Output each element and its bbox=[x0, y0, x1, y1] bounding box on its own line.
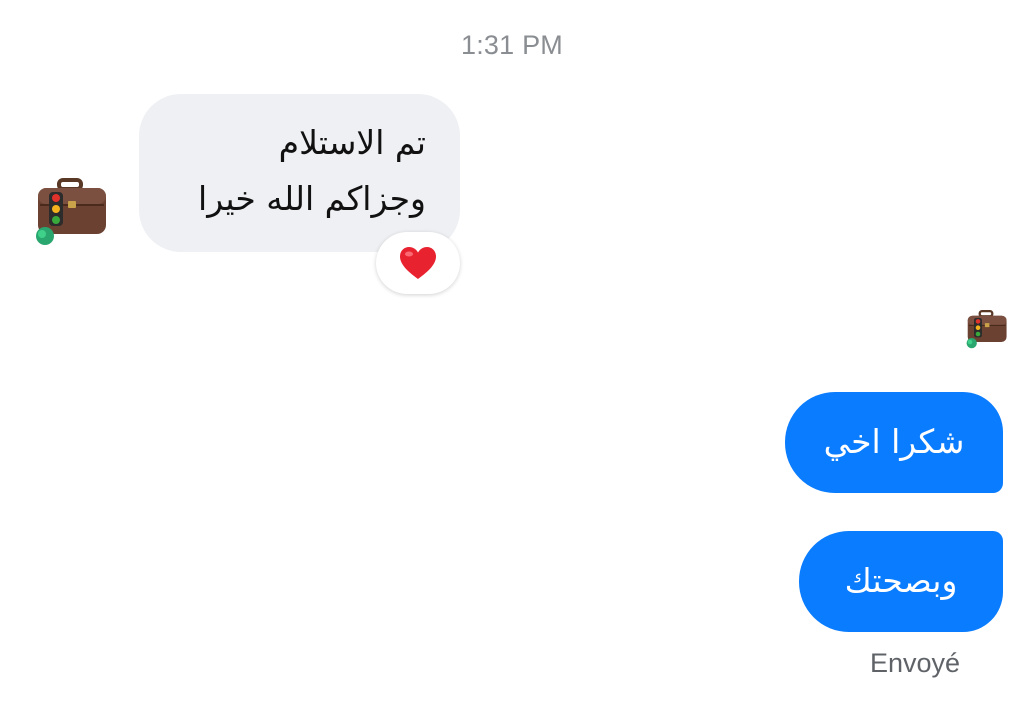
briefcase-avatar-icon bbox=[36, 178, 106, 245]
outgoing-message-bubble[interactable]: وبصحتك bbox=[799, 531, 1003, 632]
incoming-message-bubble[interactable]: تم الاستلام وجزاكم الله خيرا bbox=[139, 94, 460, 252]
heart-icon bbox=[400, 247, 436, 279]
briefcase-avatar-icon bbox=[966, 310, 1007, 349]
reaction-badge[interactable] bbox=[376, 232, 460, 294]
outgoing-message-bubble[interactable]: شكرا اخي bbox=[785, 392, 1003, 493]
message-timestamp: 1:31 PM bbox=[461, 30, 563, 60]
read-receipt-avatar bbox=[963, 310, 1009, 350]
incoming-message-line: وجزاكم الله خيرا bbox=[198, 179, 426, 218]
message-status: Envoyé bbox=[869, 648, 960, 678]
incoming-message-line: تم الاستلام bbox=[278, 123, 426, 162]
contact-avatar[interactable] bbox=[30, 178, 110, 248]
